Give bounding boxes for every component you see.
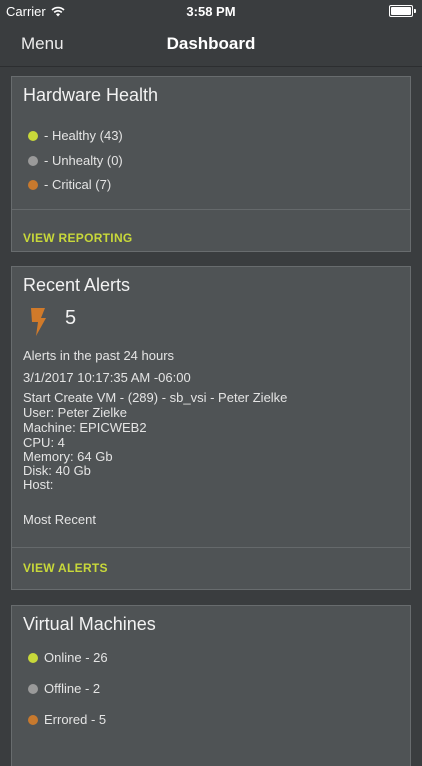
virtual-machines-title: Virtual Machines bbox=[23, 614, 156, 634]
vm-status-label: Offline - 2 bbox=[44, 681, 101, 696]
vm-item-errored: Errored - 5 bbox=[28, 712, 106, 727]
healthy-dot-icon bbox=[28, 130, 38, 141]
critical-dot-icon bbox=[28, 179, 38, 190]
vm-status-label: Errored - 5 bbox=[44, 712, 107, 727]
most-recent-label: Most Recent bbox=[23, 512, 96, 527]
recent-alerts-card: Recent Alerts 5 Alerts in the past 24 ho… bbox=[11, 266, 411, 590]
vm-item-online: Online - 26 bbox=[28, 650, 108, 665]
errored-dot-icon bbox=[28, 714, 38, 725]
alert-detail-line: Machine: EPICWEB2 bbox=[23, 420, 147, 435]
hardware-health-title: Hardware Health bbox=[23, 85, 159, 105]
page-title: Dashboard bbox=[166, 34, 256, 53]
unhealthy-dot-icon bbox=[28, 155, 38, 166]
card-divider bbox=[12, 547, 410, 548]
alert-detail-line: Host: bbox=[23, 477, 54, 492]
virtual-machines-card: Virtual Machines Online - 26 Offline - 2… bbox=[11, 605, 411, 766]
alert-detail-line: User: Peter Zielke bbox=[23, 405, 128, 420]
offline-dot-icon bbox=[28, 683, 38, 694]
view-alerts-link[interactable]: VIEW ALERTS bbox=[23, 561, 108, 575]
battery-icon bbox=[389, 5, 416, 17]
status-time: 3:58 PM bbox=[186, 4, 236, 19]
nav-bar: Menu Dashboard bbox=[0, 22, 422, 67]
alert-timestamp: 3/1/2017 10:17:35 AM -06:00 bbox=[23, 370, 191, 385]
legend-label: - Unhealty (0) bbox=[44, 153, 123, 168]
card-divider bbox=[12, 209, 410, 210]
legend-item-unhealthy: - Unhealty (0) bbox=[28, 153, 123, 168]
alert-detail-line: CPU: 4 bbox=[23, 435, 65, 450]
alert-count: 5 bbox=[65, 307, 77, 329]
alert-detail-line: Disk: 40 Gb bbox=[23, 463, 91, 478]
hardware-health-card: Hardware Health - Healthy (43) - Unhealt… bbox=[11, 76, 411, 252]
lightning-icon bbox=[31, 308, 46, 336]
online-dot-icon bbox=[28, 652, 38, 663]
vm-status-label: Online - 26 bbox=[44, 650, 108, 665]
recent-alerts-title: Recent Alerts bbox=[23, 275, 131, 295]
alert-detail-line: Memory: 64 Gb bbox=[23, 449, 113, 464]
legend-label: - Healthy (43) bbox=[44, 128, 123, 143]
alerts-period-label: Alerts in the past 24 hours bbox=[23, 348, 175, 363]
status-bar: Carrier 3:58 PM bbox=[0, 0, 422, 22]
vm-item-offline: Offline - 2 bbox=[28, 681, 100, 696]
view-reporting-link[interactable]: VIEW REPORTING bbox=[23, 231, 133, 245]
legend-item-healthy: - Healthy (43) bbox=[28, 128, 123, 143]
alert-detail-line: Start Create VM - (289) - sb_vsi - Peter… bbox=[23, 390, 288, 405]
legend-item-critical: - Critical (7) bbox=[28, 177, 111, 192]
legend-label: - Critical (7) bbox=[44, 177, 112, 192]
